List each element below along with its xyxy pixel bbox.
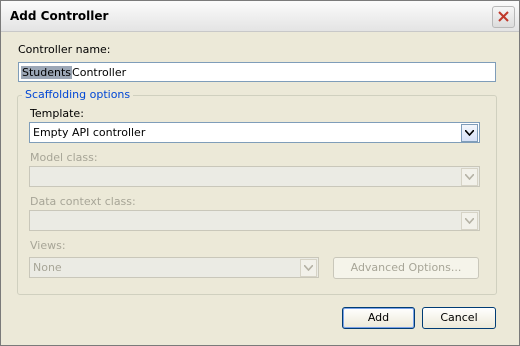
add-button[interactable]: Add xyxy=(342,307,415,329)
data-context-dropdown-button[interactable] xyxy=(461,212,478,230)
cancel-button[interactable]: Cancel xyxy=(422,307,496,329)
data-context-class-label: Data context class: xyxy=(30,195,136,208)
views-select[interactable]: None xyxy=(29,257,319,278)
scaffolding-options-title: Scaffolding options xyxy=(22,88,134,101)
advanced-options-button[interactable]: Advanced Options... xyxy=(333,257,479,279)
model-class-label: Model class: xyxy=(30,151,98,164)
model-class-select[interactable] xyxy=(29,166,480,187)
title-bar[interactable]: Add Controller xyxy=(1,1,519,32)
controller-name-label: Controller name: xyxy=(18,43,111,56)
add-controller-dialog: Add Controller Controller name: Students… xyxy=(0,0,520,346)
dialog-title: Add Controller xyxy=(10,9,109,23)
controller-name-input[interactable]: StudentsController xyxy=(18,62,496,82)
chevron-down-icon xyxy=(304,265,313,271)
template-label: Template: xyxy=(30,107,84,120)
unselected-text: Controller xyxy=(72,66,127,79)
close-icon xyxy=(498,11,509,22)
chevron-down-icon xyxy=(465,218,474,224)
template-select[interactable]: Empty API controller xyxy=(29,122,480,143)
chevron-down-icon xyxy=(465,130,474,136)
views-dropdown-button[interactable] xyxy=(300,259,317,277)
template-dropdown-button[interactable] xyxy=(461,124,478,142)
model-class-dropdown-button[interactable] xyxy=(461,168,478,186)
views-label: Views: xyxy=(30,239,66,252)
chevron-down-icon xyxy=(465,174,474,180)
template-value: Empty API controller xyxy=(33,126,146,139)
data-context-class-select[interactable] xyxy=(29,210,480,231)
selected-text: Students xyxy=(21,66,73,79)
views-value: None xyxy=(33,261,62,274)
close-button[interactable] xyxy=(492,6,515,28)
